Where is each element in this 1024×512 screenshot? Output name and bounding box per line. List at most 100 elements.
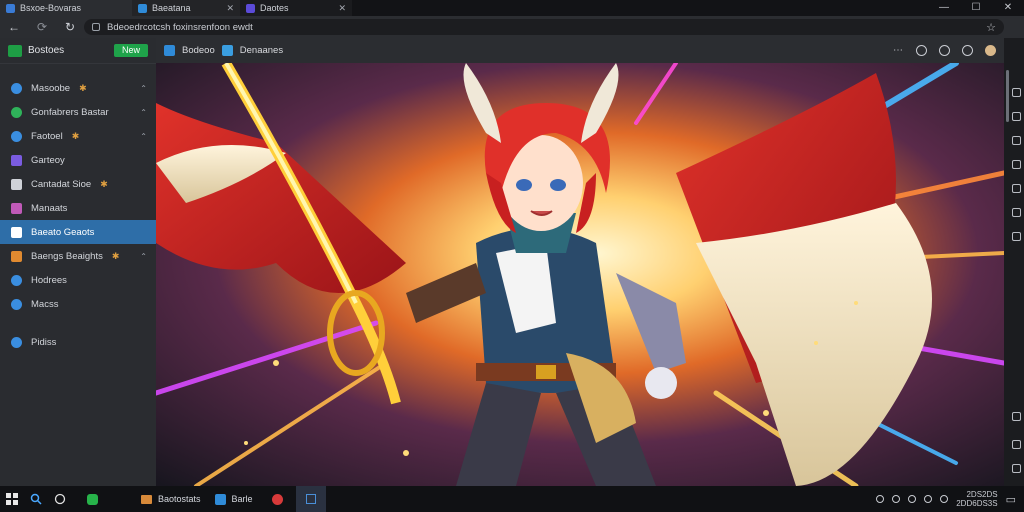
scrollbar-thumb[interactable] <box>1006 70 1009 122</box>
sidebar-item-1[interactable]: Masoobe ✱ ⌃ <box>0 76 156 100</box>
new-button[interactable]: New <box>114 44 148 57</box>
search-button[interactable] <box>24 486 48 512</box>
side-panel-icon-3[interactable] <box>1012 136 1021 145</box>
clock-time: 2DS2DS <box>966 490 998 499</box>
side-panel-icon-2[interactable] <box>1012 112 1021 121</box>
sidebar-item-label: Macss <box>31 298 59 310</box>
sidebar-item-2-icon <box>11 106 22 118</box>
tab-3[interactable]: Daotes ✕ <box>240 0 352 16</box>
search-icon <box>30 493 42 505</box>
app-logo-icon <box>8 44 22 57</box>
sidebar-item-9-icon <box>11 274 22 286</box>
more-icon[interactable]: ⋯ <box>893 45 904 56</box>
side-panel-icon-4[interactable] <box>1012 160 1021 169</box>
back-arrow-icon[interactable]: ← <box>0 20 28 34</box>
tab-1-favicon-icon <box>6 3 15 13</box>
sidebar: Bostoes New Masoobe ✱ ⌃ Gonfabrers Bastar ⌃ F… <box>0 38 156 486</box>
maximize-icon[interactable]: ☐ <box>960 0 992 16</box>
bookmark-star-icon[interactable]: ☆ <box>986 21 996 34</box>
sidebar-item-4-icon <box>11 154 22 166</box>
tab-2[interactable]: Baeatana ✕ <box>132 0 240 16</box>
reload-icon[interactable]: ↻ <box>56 20 84 34</box>
toolbar-label-1[interactable]: Bodeoo <box>182 45 215 56</box>
side-panel-icon-5[interactable] <box>1012 184 1021 193</box>
tray-icon-5[interactable] <box>940 495 949 503</box>
side-panel-icon-10[interactable] <box>1012 464 1021 473</box>
share-icon[interactable] <box>939 45 950 56</box>
minimize-icon[interactable]: — <box>928 0 960 16</box>
taskbar-app-3[interactable] <box>266 486 290 512</box>
sidebar-item-10[interactable]: Macss <box>0 292 156 316</box>
taskbar-app-2-label: Barle <box>231 494 253 504</box>
chat-icon <box>54 493 66 505</box>
system-tray: 2DS2DS 2DD6DS3S ▭ <box>876 490 1024 508</box>
sidebar-item-5[interactable]: Cantadat Sioe ✱ <box>0 172 156 196</box>
sidebar-item-7-icon <box>11 226 22 238</box>
taskbar-app-1-label: Baotostats <box>158 494 201 504</box>
sidebar-item-9[interactable]: Hodrees <box>0 268 156 292</box>
sidebar-item-6[interactable]: Manaats <box>0 196 156 220</box>
url-field[interactable]: Bdeoedrcotcsh foxinsrenfoon ewdt ☆ <box>84 19 1004 35</box>
sidebar-item-8[interactable]: Baengs Beaights ✱ ⌃ <box>0 244 156 268</box>
tray-icon-3[interactable] <box>908 495 917 503</box>
sidebar-item-label: Hodrees <box>31 274 67 286</box>
chevron-up-icon[interactable]: ⌃ <box>140 84 147 93</box>
home-icon[interactable] <box>164 45 175 56</box>
system-clock[interactable]: 2DS2DS 2DD6DS3S <box>956 490 997 508</box>
side-panel-icon-7[interactable] <box>1012 232 1021 241</box>
sidebar-item-label: Pidiss <box>31 336 57 348</box>
side-panel-icon-8[interactable] <box>1012 412 1021 421</box>
info-icon[interactable] <box>916 45 927 56</box>
side-panel-icon-6[interactable] <box>1012 208 1021 217</box>
chat-button[interactable] <box>48 486 72 512</box>
sidebar-item-label: Masoobe <box>31 82 71 94</box>
sidebar-item-badge-icon: ✱ <box>79 82 87 93</box>
chevron-up-icon[interactable]: ⌃ <box>140 132 147 141</box>
chevron-up-icon[interactable]: ⌃ <box>140 108 147 117</box>
sidebar-item-label: Baengs Beaights <box>31 250 103 262</box>
tab-2-close-icon[interactable]: ✕ <box>226 3 234 14</box>
sidebar-item-label: Faotoel <box>31 130 63 142</box>
tab-1-label: Bsxoe-Bovaras <box>20 3 82 13</box>
toolbar-label-2[interactable]: Denaanes <box>240 45 283 56</box>
side-panel-icon-1[interactable] <box>1012 88 1021 97</box>
phone-icon <box>86 493 98 505</box>
browser-app-icon <box>214 493 226 505</box>
sidebar-item-11[interactable]: Pidiss <box>0 330 156 354</box>
sidebar-item-3-icon <box>11 130 22 142</box>
notifications-icon[interactable]: ▭ <box>1006 493 1016 506</box>
tray-icon-4[interactable] <box>924 495 933 503</box>
right-side-panel <box>1004 38 1024 486</box>
sidebar-item-2[interactable]: Gonfabrers Bastar ⌃ <box>0 100 156 124</box>
tab-2-label: Baeatana <box>152 3 191 13</box>
sidebar-header: Bostoes New <box>0 38 156 64</box>
sidebar-item-badge-icon: ✱ <box>111 250 120 261</box>
avatar[interactable] <box>985 45 996 56</box>
start-button[interactable] <box>0 486 24 512</box>
sidebar-item-6-icon <box>11 202 22 214</box>
close-window-icon[interactable]: ✕ <box>992 0 1024 16</box>
window-controls: — ☐ ✕ <box>928 0 1024 16</box>
phone-app-button[interactable] <box>80 486 104 512</box>
forward-arrow-icon[interactable]: ⟳ <box>28 20 56 34</box>
windows-logo-icon <box>6 493 18 505</box>
sidebar-item-label: Cantadat Sioe <box>31 178 92 190</box>
chevron-up-icon[interactable]: ⌃ <box>140 252 147 261</box>
sidebar-item-4[interactable]: Garteoy <box>0 148 156 172</box>
tab-2-favicon-icon <box>138 3 147 13</box>
taskbar-app-4[interactable] <box>295 486 326 512</box>
sidebar-item-label: Gonfabrers Bastar <box>31 106 109 118</box>
tray-icon-1[interactable] <box>876 495 885 503</box>
taskbar-app-1[interactable]: Baotostats <box>134 486 208 512</box>
sidebar-item-3[interactable]: Faotoel ✱ ⌃ <box>0 124 156 148</box>
clock-date: 2DD6DS3S <box>956 499 998 508</box>
url-text: Bdeoedrcotcsh foxinsrenfoon ewdt <box>107 21 253 33</box>
sidebar-item-7[interactable]: Baeato Geaots <box>0 220 156 244</box>
tab-1[interactable]: Bsxoe-Bovaras <box>0 0 132 16</box>
tab-3-close-icon[interactable]: ✕ <box>338 3 346 14</box>
tray-icon-2[interactable] <box>892 495 901 503</box>
settings-icon[interactable] <box>962 45 973 56</box>
taskbar-app-2[interactable]: Barle <box>208 486 260 512</box>
folder-icon[interactable] <box>221 45 233 56</box>
side-panel-icon-9[interactable] <box>1012 440 1021 449</box>
